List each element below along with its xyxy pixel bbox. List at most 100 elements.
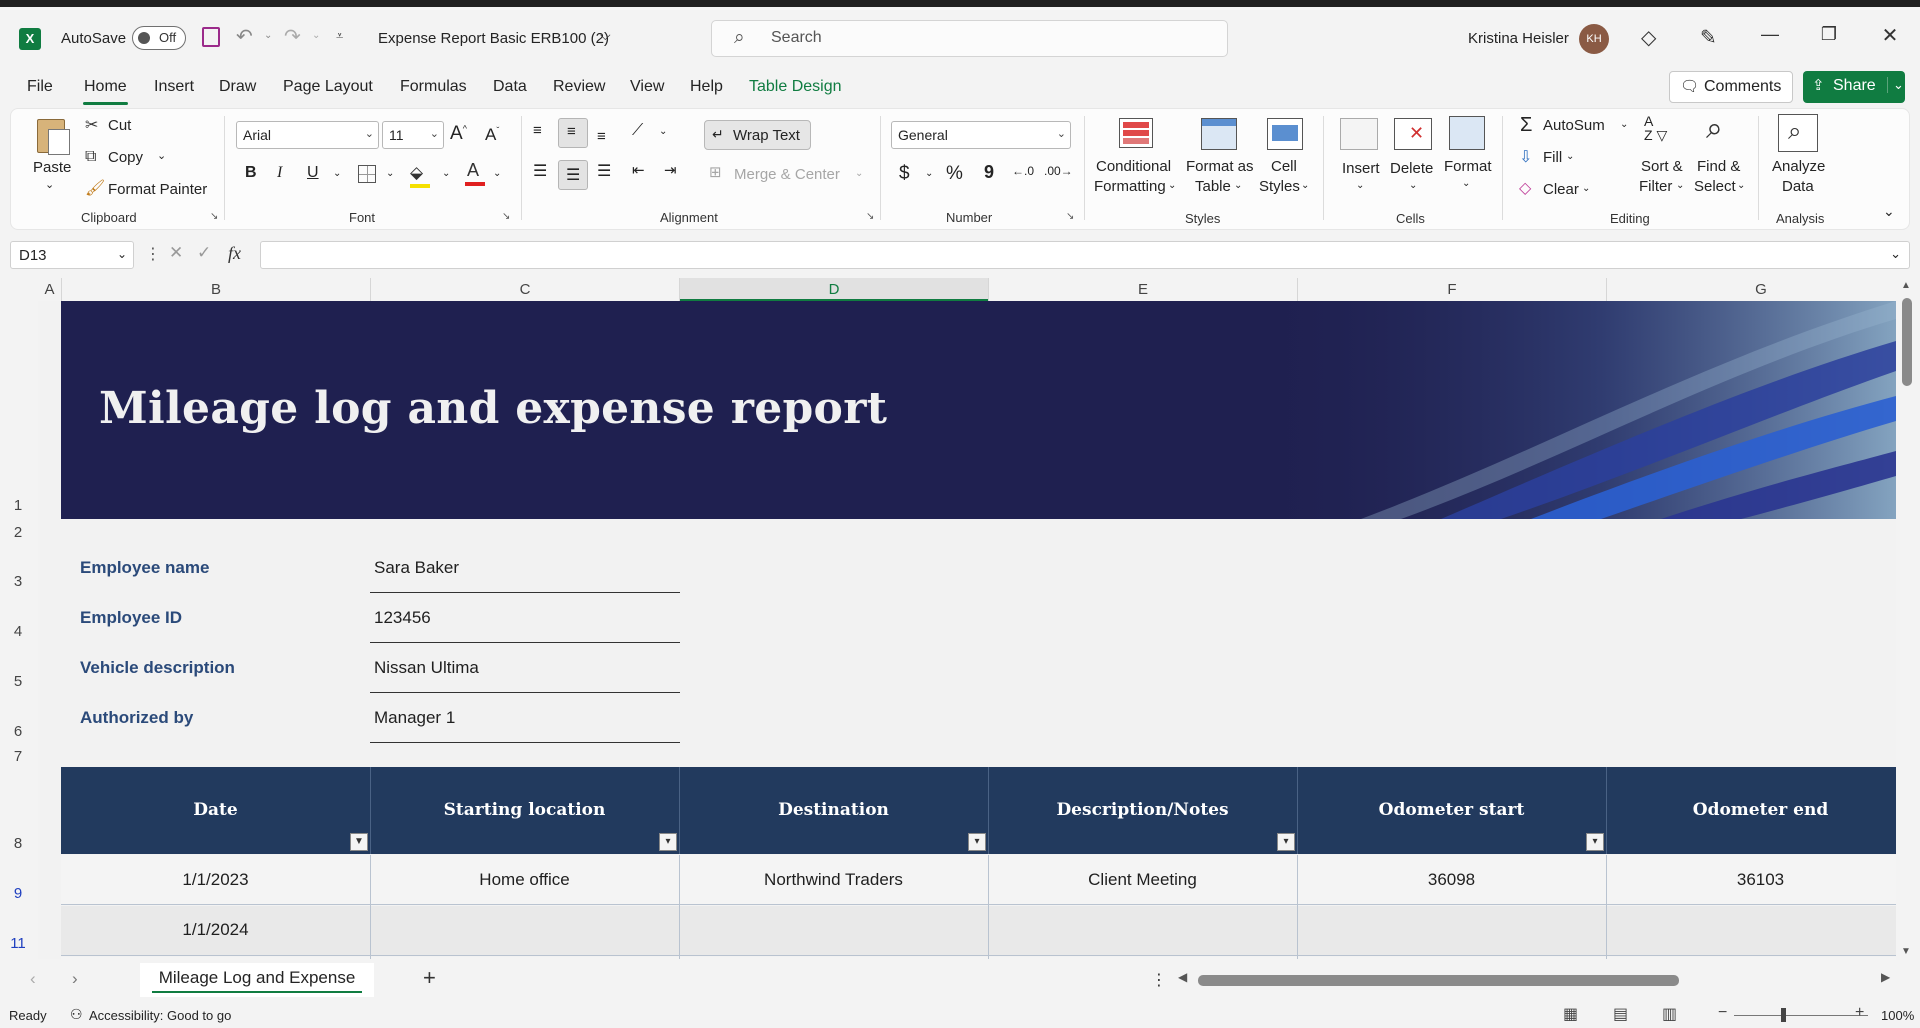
horizontal-scroll-thumb[interactable] [1198,975,1679,986]
undo-dropdown-icon[interactable]: ⌄ [264,30,272,41]
sort-filter-icon[interactable]: AZ ▽ [1644,114,1667,142]
next-sheet-icon[interactable]: › [72,969,78,989]
header-destination[interactable]: Destination [679,800,988,820]
redo-icon[interactable]: ↷ [284,24,301,49]
row-header-7[interactable]: 7 [0,748,36,765]
fill-color-icon[interactable]: ⬙ [410,163,430,188]
cell-odometer-end[interactable]: 36103 [1606,870,1915,890]
tab-view[interactable]: View [630,78,664,96]
conditional-formatting-label-2[interactable]: Formatting [1094,178,1166,195]
clipboard-launcher-icon[interactable]: ↘ [210,211,218,222]
decrease-font-icon[interactable]: Aˇ [485,125,499,145]
font-size-select[interactable]: 11 ⌄ [382,121,444,149]
eraser-icon[interactable]: ◇ [1519,178,1531,198]
row-header-3[interactable]: 3 [0,573,36,590]
paste-button[interactable]: Paste [33,159,71,176]
tab-home[interactable]: Home [84,78,127,96]
more-options-icon[interactable]: ⋮ [145,244,161,264]
tab-help[interactable]: Help [690,78,723,96]
row-header-2[interactable]: 2 [0,524,36,541]
find-select-icon[interactable]: ⌕ [1706,112,1723,146]
page-layout-view-icon[interactable]: ▤ [1613,1004,1628,1024]
insert-function-icon[interactable]: fx [228,243,241,264]
tab-draw[interactable]: Draw [219,78,256,96]
copy-icon[interactable]: ⧉ [85,148,96,166]
header-starting-location[interactable]: Starting location [370,800,679,820]
analyze-data-icon[interactable]: ⌕ [1778,114,1818,152]
header-odometer-end[interactable]: Odometer end [1606,800,1915,820]
header-date[interactable]: Date [61,800,370,820]
delete-dropdown-icon[interactable]: ⌄ [1409,180,1417,191]
avatar[interactable]: KH [1579,24,1609,54]
font-name-select[interactable]: Arial ⌄ [236,121,379,149]
header-description-notes[interactable]: Description/Notes [988,800,1297,820]
document-title[interactable]: Expense Report Basic ERB100 (2) [378,30,609,47]
zoom-in-icon[interactable]: + [1855,1004,1864,1022]
customize-toolbar-icon[interactable]: ⩡ [336,28,343,44]
formula-input[interactable]: ⌄ [260,241,1910,269]
sort-filter-label-1[interactable]: Sort & [1641,158,1683,175]
fill-dropdown-icon[interactable]: ⌄ [1566,151,1574,162]
fill-color-dropdown-icon[interactable]: ⌄ [442,168,450,179]
cut-icon[interactable]: ✂ [85,115,98,135]
font-launcher-icon[interactable]: ↘ [502,211,510,222]
share-button[interactable]: ⇪ Share ⌄ [1803,71,1905,103]
tab-insert[interactable]: Insert [154,78,194,96]
sheet-tab-mileage-log[interactable]: Mileage Log and Expense [140,963,374,997]
user-name[interactable]: Kristina Heisler [1468,30,1569,47]
delete-button[interactable]: Delete [1390,160,1433,177]
autosum-icon[interactable]: Σ [1520,114,1532,137]
row-header-1[interactable]: 1 [0,497,36,514]
comments-button[interactable]: 🗨 Comments [1669,71,1793,103]
row-header-5[interactable]: 5 [0,673,36,690]
premium-diamond-icon[interactable]: ◇ [1641,25,1656,50]
bold-icon[interactable]: B [245,164,257,182]
scroll-right-icon[interactable]: ▶ [1881,970,1890,984]
row-header-8[interactable]: 8 [0,835,36,852]
orientation-dropdown-icon[interactable]: ⌄ [659,126,667,137]
filter-applied-icon[interactable]: ▼ [350,833,368,851]
insert-cells-icon[interactable] [1340,118,1378,150]
underline-icon[interactable]: U [307,164,319,182]
column-header-f[interactable]: F [1298,278,1606,301]
align-middle-button[interactable]: ≡ [558,118,588,148]
ribbon-collapse-icon[interactable]: ⌄ [1883,203,1895,220]
number-launcher-icon[interactable]: ↘ [1066,211,1074,222]
cut-button[interactable]: Cut [108,117,131,134]
zoom-slider[interactable] [1734,1015,1868,1016]
format-painter-button[interactable]: Format Painter [108,181,207,198]
increase-indent-icon[interactable]: ⇥ [664,161,677,179]
format-cells-icon[interactable] [1449,116,1485,150]
cell-starting-location[interactable]: Home office [370,870,679,890]
cell-destination[interactable]: Northwind Traders [679,870,988,890]
prev-sheet-icon[interactable]: ‹ [30,969,36,989]
tab-data[interactable]: Data [493,78,527,96]
tab-table-design[interactable]: Table Design [749,78,842,96]
fill-icon[interactable]: ⇩ [1519,147,1532,167]
cell-styles-dropdown-icon[interactable]: ⌄ [1301,180,1309,191]
decrease-indent-icon[interactable]: ⇤ [632,161,645,179]
tab-file[interactable]: File [27,78,53,96]
name-box[interactable]: D13 ⌄ [10,241,134,269]
conditional-dropdown-icon[interactable]: ⌄ [1168,180,1176,191]
analyze-data-label-1[interactable]: Analyze [1772,158,1825,175]
search-box[interactable]: ⌕ Search [711,20,1228,57]
clear-button[interactable]: Clear [1543,181,1579,198]
autosave-toggle[interactable]: Off [132,26,186,50]
align-bottom-icon[interactable]: ≡ [597,128,606,145]
insert-button[interactable]: Insert [1342,160,1380,177]
scroll-up-icon[interactable]: ▲ [1901,280,1911,291]
column-header-e[interactable]: E [989,278,1297,301]
align-center-button[interactable]: ☰ [558,160,588,190]
orientation-icon[interactable]: ⟋ [632,122,643,140]
filter-dropdown-icon[interactable]: ▾ [968,833,986,851]
borders-dropdown-icon[interactable]: ⌄ [386,168,394,179]
font-color-dropdown-icon[interactable]: ⌄ [493,168,501,179]
align-left-icon[interactable]: ☰ [533,161,547,181]
vehicle-description-value[interactable]: Nissan Ultima [374,658,479,678]
format-table-dropdown-icon[interactable]: ⌄ [1234,180,1242,191]
conditional-formatting-icon[interactable] [1119,118,1155,150]
column-header-b[interactable]: B [62,278,370,301]
employee-name-value[interactable]: Sara Baker [374,558,459,578]
italic-icon[interactable]: I [277,164,282,182]
